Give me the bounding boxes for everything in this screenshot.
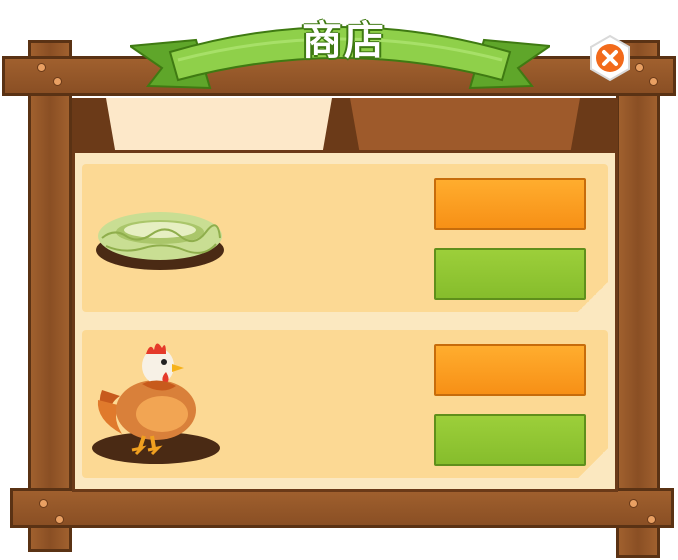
left-post [28, 40, 72, 552]
page-title: 商店 [302, 18, 386, 64]
nail [630, 500, 637, 507]
tab-bar [72, 98, 618, 152]
close-icon[interactable] [586, 34, 634, 82]
hen-icon [92, 343, 220, 464]
nail [54, 78, 61, 85]
tab-buy[interactable] [106, 98, 332, 150]
buy-button[interactable] [434, 344, 586, 396]
right-post [616, 40, 660, 558]
hay-nest-icon [96, 212, 224, 270]
buy-button[interactable] [434, 178, 586, 230]
nail [40, 500, 47, 507]
nail [38, 64, 45, 71]
shop-item-card [82, 164, 608, 312]
nail [650, 78, 657, 85]
shop-item-card [82, 330, 608, 478]
nail [636, 64, 643, 71]
sell-button[interactable] [434, 248, 586, 300]
nail [648, 516, 655, 523]
tab-sell[interactable] [350, 98, 580, 150]
nail [56, 516, 63, 523]
bottom-beam [10, 488, 674, 528]
sell-button[interactable] [434, 414, 586, 466]
